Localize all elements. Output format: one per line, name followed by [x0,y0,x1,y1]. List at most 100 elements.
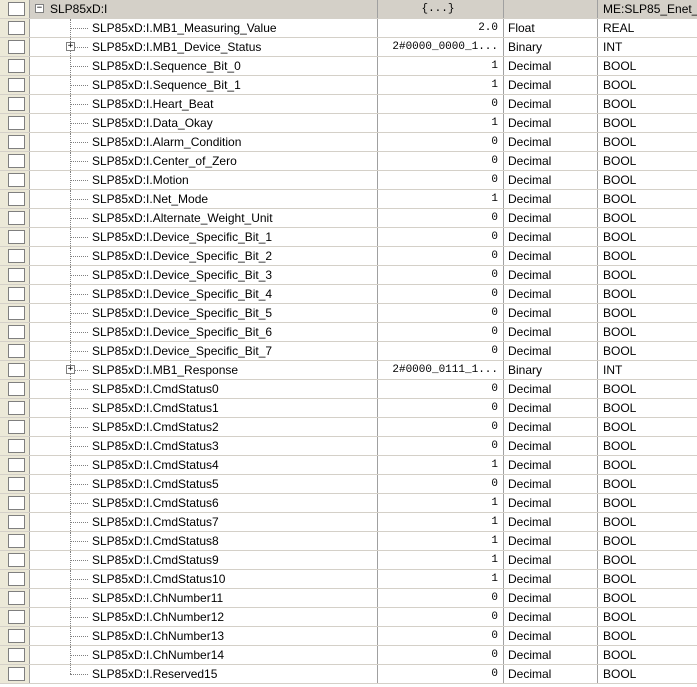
expand-icon[interactable]: + [66,365,75,374]
tag-row[interactable]: SLP85xD:I.Device_Specific_Bit_3 0 Decimal B… [0,266,697,285]
tag-style[interactable]: Binary [504,38,598,56]
row-selector[interactable] [0,589,30,607]
tag-value[interactable]: 0 [378,304,504,322]
tag-style[interactable]: Decimal [504,570,598,588]
row-selector[interactable] [0,646,30,664]
row-selector[interactable] [0,38,30,56]
tag-row[interactable]: SLP85xD:I.Motion 0 Decimal BOOL [0,171,697,190]
row-selector[interactable] [0,570,30,588]
tag-style[interactable]: Decimal [504,551,598,569]
tag-name-cell[interactable]: SLP85xD:I.Device_Specific_Bit_1 [30,228,378,246]
tag-value[interactable]: 1 [378,57,504,75]
tag-name-cell[interactable]: SLP85xD:I.Reserved15 [30,665,378,683]
tag-name-cell[interactable]: SLP85xD:I.ChNumber13 [30,627,378,645]
tag-data-type[interactable]: BOOL [598,190,697,208]
tag-row[interactable]: SLP85xD:I.Device_Specific_Bit_5 0 Decimal B… [0,304,697,323]
tag-data-type[interactable]: BOOL [598,627,697,645]
tag-style[interactable]: Decimal [504,57,598,75]
tag-value[interactable]: 0 [378,627,504,645]
tag-style[interactable]: Decimal [504,342,598,360]
tag-value[interactable]: 1 [378,570,504,588]
tag-style[interactable]: Decimal [504,513,598,531]
row-selector[interactable] [0,95,30,113]
row-selector[interactable] [0,456,30,474]
tag-style[interactable]: Decimal [504,494,598,512]
tag-style[interactable]: Decimal [504,665,598,683]
tag-row[interactable]: + SLP85xD:I.MB1_Response 2#0000_0111_1... B… [0,361,697,380]
tag-value[interactable]: 1 [378,532,504,550]
tag-value[interactable]: 0 [378,380,504,398]
tag-data-type[interactable]: BOOL [598,285,697,303]
tag-data-type[interactable]: BOOL [598,171,697,189]
tag-name-cell[interactable]: SLP85xD:I.MB1_Measuring_Value [30,19,378,37]
tag-name-cell[interactable]: SLP85xD:I.CmdStatus3 [30,437,378,455]
tag-row[interactable]: SLP85xD:I.MB1_Measuring_Value 2.0 Float REA… [0,19,697,38]
tag-value[interactable]: 1 [378,513,504,531]
tag-row[interactable]: SLP85xD:I.Sequence_Bit_1 1 Decimal BOOL [0,76,697,95]
row-selector-box[interactable] [8,591,25,605]
row-selector-box[interactable] [8,268,25,282]
row-selector-box[interactable] [8,648,25,662]
tag-name-cell[interactable]: SLP85xD:I.CmdStatus5 [30,475,378,493]
tag-value[interactable]: 1 [378,494,504,512]
tag-value[interactable]: 1 [378,190,504,208]
tag-value[interactable]: 0 [378,228,504,246]
tag-style[interactable]: Float [504,19,598,37]
tag-name-cell[interactable]: SLP85xD:I.ChNumber12 [30,608,378,626]
row-selector[interactable] [0,551,30,569]
tag-value[interactable]: 1 [378,76,504,94]
row-selector-box[interactable] [8,344,25,358]
tag-name-cell[interactable]: SLP85xD:I.Alarm_Condition [30,133,378,151]
row-selector-box[interactable] [8,211,25,225]
row-selector[interactable] [0,475,30,493]
row-selector[interactable] [0,304,30,322]
row-selector[interactable] [0,494,30,512]
tag-data-type[interactable]: BOOL [598,209,697,227]
tag-value[interactable]: 0 [378,418,504,436]
tag-name-cell[interactable]: − SLP85xD:I [30,0,378,18]
tag-value[interactable]: 0 [378,152,504,170]
tag-value[interactable]: 0 [378,209,504,227]
row-selector[interactable] [0,513,30,531]
row-selector-box[interactable] [8,97,25,111]
tag-value[interactable]: 0 [378,589,504,607]
tag-value[interactable]: 2.0 [378,19,504,37]
tag-row[interactable]: SLP85xD:I.CmdStatus0 0 Decimal BOOL [0,380,697,399]
tag-name-cell[interactable]: SLP85xD:I.CmdStatus4 [30,456,378,474]
tag-value[interactable]: 0 [378,399,504,417]
tag-row[interactable]: SLP85xD:I.CmdStatus10 1 Decimal BOOL [0,570,697,589]
row-selector-box[interactable] [8,401,25,415]
tag-row[interactable]: SLP85xD:I.CmdStatus5 0 Decimal BOOL [0,475,697,494]
row-selector-box[interactable] [8,116,25,130]
tag-value[interactable]: 0 [378,665,504,683]
tag-name-cell[interactable]: SLP85xD:I.Device_Specific_Bit_6 [30,323,378,341]
tag-name-cell[interactable]: SLP85xD:I.CmdStatus8 [30,532,378,550]
row-selector[interactable] [0,133,30,151]
tag-style[interactable]: Decimal [504,437,598,455]
tag-name-cell[interactable]: SLP85xD:I.CmdStatus10 [30,570,378,588]
tag-value[interactable]: 1 [378,551,504,569]
row-selector-box[interactable] [8,458,25,472]
tag-row[interactable]: SLP85xD:I.Sequence_Bit_0 1 Decimal BOOL [0,57,697,76]
tag-row[interactable]: SLP85xD:I.ChNumber11 0 Decimal BOOL [0,589,697,608]
row-selector[interactable] [0,171,30,189]
row-selector[interactable] [0,627,30,645]
tag-data-type[interactable]: BOOL [598,513,697,531]
row-selector-box[interactable] [8,287,25,301]
row-selector-box[interactable] [8,553,25,567]
tag-data-type[interactable]: INT [598,38,697,56]
collapse-icon[interactable]: − [35,4,44,13]
row-selector-box[interactable] [8,515,25,529]
row-selector[interactable] [0,76,30,94]
tag-data-type[interactable]: BOOL [598,380,697,398]
tag-value[interactable]: 0 [378,133,504,151]
tag-style[interactable]: Decimal [504,608,598,626]
tag-row[interactable]: SLP85xD:I.Data_Okay 1 Decimal BOOL [0,114,697,133]
tag-value[interactable]: 0 [378,437,504,455]
tag-row[interactable]: SLP85xD:I.CmdStatus1 0 Decimal BOOL [0,399,697,418]
row-selector-box[interactable] [8,78,25,92]
row-selector-box[interactable] [8,382,25,396]
tag-name-cell[interactable]: SLP85xD:I.Heart_Beat [30,95,378,113]
tag-name-cell[interactable]: SLP85xD:I.Sequence_Bit_0 [30,57,378,75]
row-selector-box[interactable] [8,306,25,320]
